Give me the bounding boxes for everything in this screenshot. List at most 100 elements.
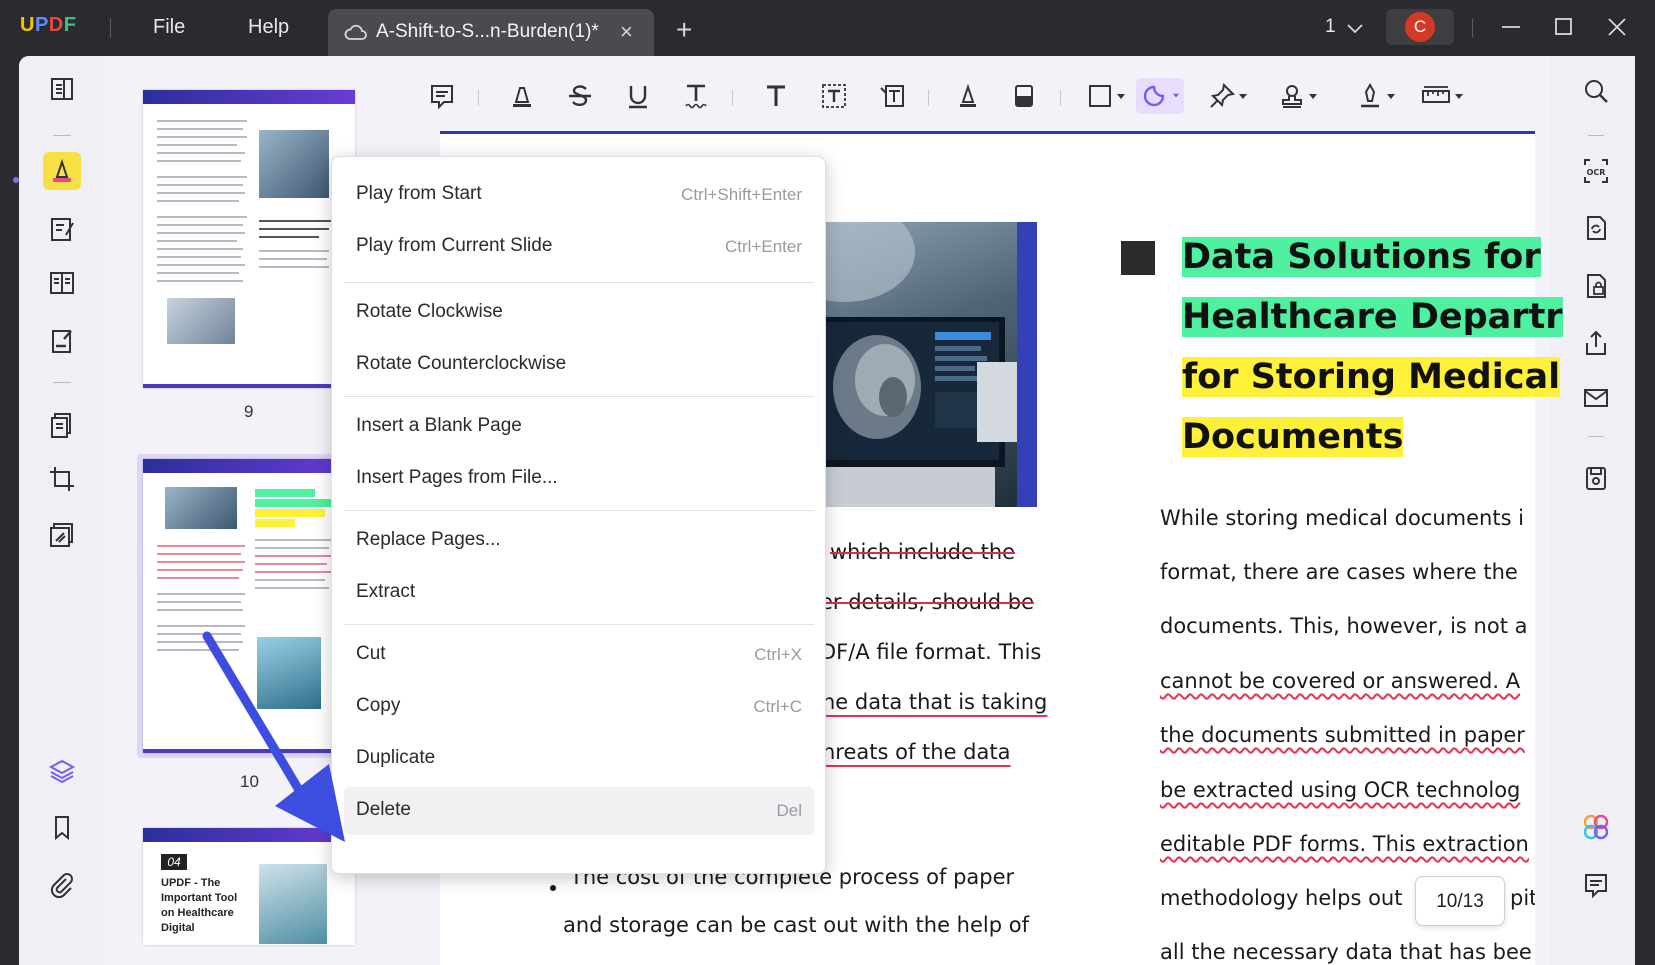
menu-item-play-from-current-slide[interactable]: Play from Current Slide Ctrl+Enter [344,223,814,271]
thumbnail-page-11[interactable]: 04 UPDF - The Important Tool on Healthca… [143,828,355,945]
menu-item-insert-pages-from-file[interactable]: Insert Pages from File... [344,455,814,503]
text-comment-icon[interactable] [758,78,794,114]
heading-highlight: Data Solutions for [1182,237,1541,277]
thumbnail-page-10[interactable] [143,459,355,753]
menu-item-rotate-counterclockwise[interactable]: Rotate Counterclockwise [344,341,814,389]
thumbnail-text-line [157,601,241,603]
menu-item-label: Rotate Counterclockwise [356,353,567,374]
logo-letter-u: U [20,14,35,36]
organize-pages-icon[interactable] [43,406,81,444]
attachment-icon[interactable] [43,866,81,904]
menu-file[interactable]: File [153,16,185,39]
form-mode-icon[interactable] [43,264,81,302]
new-tab-button[interactable]: + [676,14,692,46]
comments-panel-icon[interactable] [1579,868,1613,902]
active-indicator-dot [13,177,19,183]
thumbnail-footer-bar [143,384,355,388]
signature-icon[interactable] [1352,78,1388,114]
thumbnail-page-9[interactable] [143,90,355,388]
signature-dropdown-icon[interactable] [1386,93,1396,101]
menu-item-extract[interactable]: Extract [344,569,814,617]
stamp-dropdown-icon[interactable] [1308,93,1318,101]
bookmark-icon[interactable] [43,808,81,846]
pin-icon[interactable] [1204,78,1240,114]
thumbnail-text-line [157,136,247,138]
close-window-icon[interactable] [1606,14,1628,40]
email-icon[interactable] [1579,381,1613,415]
sticker-dropdown-icon[interactable] [1172,93,1180,99]
protect-icon[interactable] [43,516,81,554]
menu-help[interactable]: Help [248,16,289,39]
ai-assistant-icon[interactable] [1579,810,1613,844]
maximize-icon[interactable] [1553,14,1575,40]
menu-item-cut[interactable]: Cut Ctrl+X [344,631,814,679]
menu-item-replace-pages[interactable]: Replace Pages... [344,517,814,565]
save-icon[interactable] [1579,461,1613,495]
menu-item-delete[interactable]: Delete Del [344,787,814,835]
eraser-icon[interactable] [1006,78,1042,114]
document-tab[interactable]: A-Shift-to-S...n-Burden(1)* × [328,9,654,56]
window-count[interactable]: 1 [1325,16,1336,38]
crop-pages-icon[interactable] [43,460,81,498]
right-text-line: be extracted using OCR technolog [1160,778,1521,802]
edit-pdf-icon[interactable] [43,210,81,248]
ocr-icon[interactable]: OCR [1579,154,1613,188]
shape-dropdown-icon[interactable] [1116,93,1126,101]
text-callout-icon[interactable] [874,78,910,114]
protect-document-icon[interactable] [1579,269,1613,303]
share-icon[interactable] [1579,326,1613,360]
sticker-icon[interactable] [1136,78,1184,114]
menu-item-play-from-start[interactable]: Play from Start Ctrl+Shift+Enter [344,171,814,219]
toolbar-separator [928,90,929,106]
menu-item-rotate-clockwise[interactable]: Rotate Clockwise [344,289,814,337]
thumbnail-text-line [259,236,319,238]
search-icon[interactable] [1579,74,1613,108]
page-header-line [440,131,1535,134]
chevron-down-icon[interactable] [1345,16,1365,40]
menu-item-insert-blank-page[interactable]: Insert a Blank Page [344,403,814,451]
thumbnail-text-line [157,641,243,643]
menu-item-copy[interactable]: Copy Ctrl+C [344,683,814,731]
heading-highlight: Documents [1182,417,1404,457]
right-toolbar-separator [1588,436,1604,437]
thumbnail-text-line [157,232,245,234]
pencil-icon[interactable] [950,78,986,114]
shape-icon[interactable] [1082,78,1118,114]
reader-mode-icon[interactable] [43,70,81,108]
squiggly-underline-icon[interactable] [678,78,714,114]
thumbnail-text-line [255,539,331,541]
comment-mode-icon[interactable] [43,152,81,190]
svg-text:OCR: OCR [1587,168,1606,177]
tab-close-icon[interactable]: × [620,19,633,45]
right-text-line: the documents submitted in paper [1160,723,1525,747]
highlight-icon[interactable] [504,78,540,114]
left-toolbar-separator [53,135,71,136]
thumbnail-text-line [259,228,329,230]
updf-logo[interactable]: UPDF [20,14,76,37]
page-indicator[interactable]: 10/13 [1415,876,1505,926]
menu-item-label: Rotate Clockwise [356,301,503,322]
thumbnail-header-bar [143,828,355,842]
sticky-note-icon[interactable] [424,78,460,114]
layers-icon[interactable] [43,752,81,790]
thumbnail-text-line [255,547,329,549]
stamp-icon[interactable] [1274,78,1310,114]
minimize-icon[interactable] [1500,14,1522,40]
menu-item-shortcut: Ctrl+Shift+Enter [681,185,802,204]
convert-icon[interactable] [1579,211,1613,245]
thumbnail-page-number: 10 [240,772,259,791]
underline-icon[interactable] [620,78,656,114]
user-avatar[interactable]: C [1386,9,1454,45]
right-text-line: While storing medical documents i [1160,506,1525,530]
menu-item-label: Duplicate [356,747,436,768]
measure-dropdown-icon[interactable] [1454,93,1464,101]
strikethrough-icon[interactable] [562,78,598,114]
measure-icon[interactable] [1418,78,1454,114]
fill-sign-icon[interactable] [43,322,81,360]
page-context-menu: Play from Start Ctrl+Shift+Enter Play fr… [331,156,826,874]
menu-item-duplicate[interactable]: Duplicate [344,735,814,783]
thumbnail-text-line [157,633,241,635]
thumbnail-highlight [255,509,325,517]
text-box-icon[interactable] [816,78,852,114]
pin-dropdown-icon[interactable] [1238,93,1248,101]
